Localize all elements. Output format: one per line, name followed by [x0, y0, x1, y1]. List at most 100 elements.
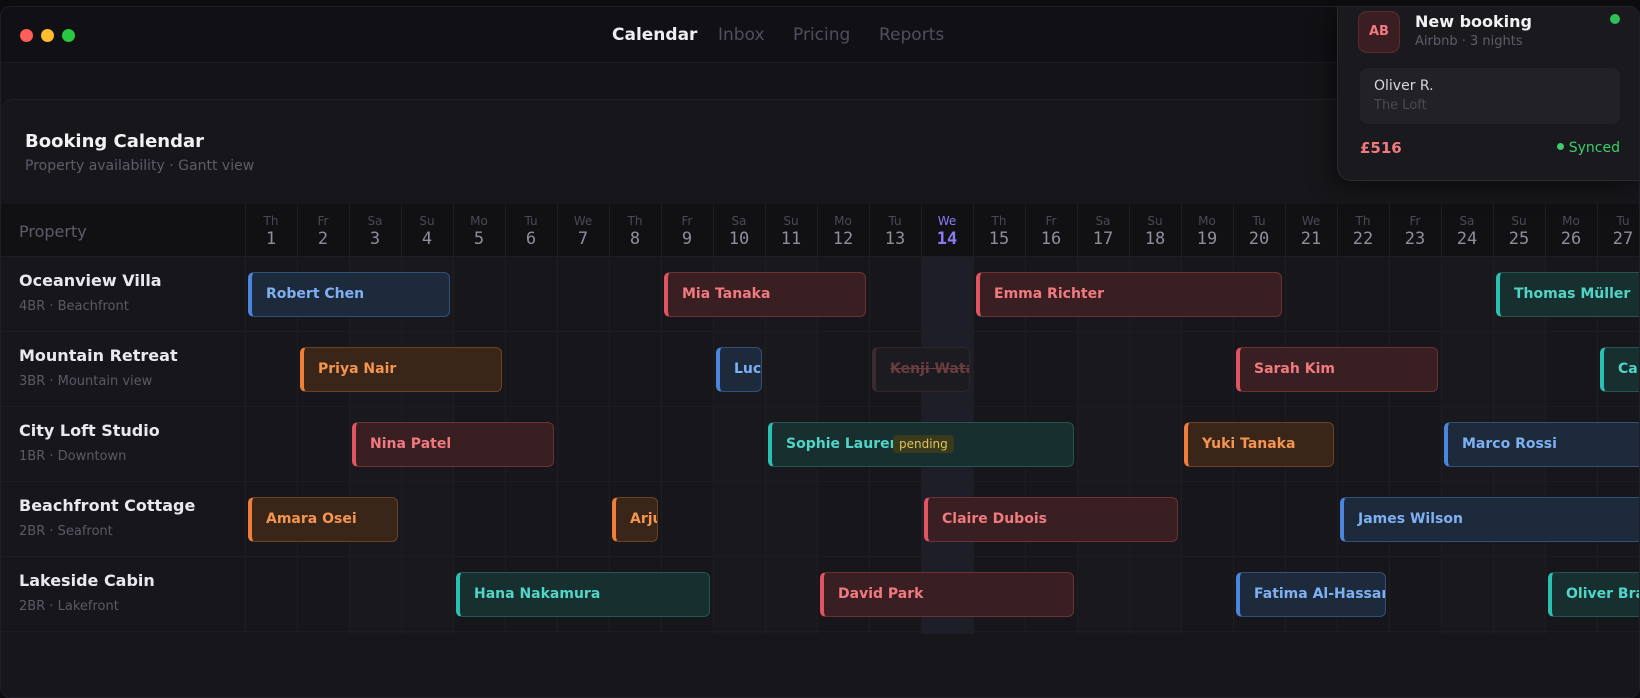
property-name[interactable]: Lakeside Cabin	[19, 571, 155, 590]
new-booking-notification[interactable]: AB New booking Airbnb · 3 nights Oliver …	[1337, 7, 1639, 181]
booking-guest-name: Fatima Al-Hassan	[1254, 586, 1386, 602]
day-header-16[interactable]: Fr 16	[1025, 204, 1077, 257]
booking-bar[interactable]: Ca	[1600, 347, 1639, 392]
day-header-24[interactable]: Sa 24	[1441, 204, 1493, 257]
day-header-3[interactable]: Sa 3	[349, 204, 401, 257]
booking-bar[interactable]: Hana Nakamura	[456, 572, 710, 617]
day-header-26[interactable]: Mo 26	[1545, 204, 1597, 257]
day-number: 26	[1560, 229, 1582, 249]
booking-bar[interactable]: Fatima Al-Hassan	[1236, 572, 1386, 617]
day-name: We	[1301, 214, 1321, 228]
notification-guest-card[interactable]: Oliver R. The Loft	[1360, 68, 1620, 124]
booking-bar[interactable]: Claire Dubois	[924, 497, 1178, 542]
notification-property-name: The Loft	[1374, 98, 1427, 113]
day-header-23[interactable]: Fr 23	[1389, 204, 1441, 257]
day-number: 14	[936, 229, 958, 249]
booking-guest-name: Yuki Tanaka	[1202, 436, 1296, 452]
booking-calendar-panel: Booking Calendar Property availability ·…	[1, 99, 1639, 697]
booking-bar[interactable]: David Park	[820, 572, 1074, 617]
day-header-13[interactable]: Tu 13	[869, 204, 921, 257]
day-number: 27	[1612, 229, 1634, 249]
booking-bar[interactable]: Lucas Ferr	[716, 347, 762, 392]
booking-guest-name: James Wilson	[1358, 511, 1463, 527]
property-column-header: Property	[19, 222, 87, 241]
property-row: Oceanview Villa 4BR · Beachfront Robert Ch…	[1, 257, 1639, 332]
booking-bar[interactable]: Sarah Kim	[1236, 347, 1438, 392]
day-header-14[interactable]: We 14	[921, 204, 973, 257]
booking-bar[interactable]: Robert Chen	[248, 272, 450, 317]
day-name: Th	[263, 214, 279, 228]
day-header-7[interactable]: We 7	[557, 204, 609, 257]
day-header-11[interactable]: Su 11	[765, 204, 817, 257]
day-name: Fr	[681, 214, 693, 228]
day-header-4[interactable]: Su 4	[401, 204, 453, 257]
page-title: Booking Calendar	[25, 131, 205, 152]
day-header-9[interactable]: Fr 9	[661, 204, 713, 257]
sync-status: Synced	[1556, 140, 1620, 156]
property-meta: 2BR · Lakefront	[19, 599, 119, 614]
day-number: 11	[780, 229, 802, 249]
day-header-15[interactable]: Th 15	[973, 204, 1025, 257]
property-row: City Loft Studio 1BR · Downtown Nina Patel…	[1, 407, 1639, 482]
day-name: Th	[627, 214, 643, 228]
maximize-window-button[interactable]	[62, 29, 75, 42]
day-name: Tu	[1616, 214, 1630, 228]
day-header-25[interactable]: Su 25	[1493, 204, 1545, 257]
nav-tab-inbox[interactable]: Inbox	[718, 25, 765, 45]
page-subtitle: Property availability · Gantt view	[25, 158, 255, 174]
minimize-window-button[interactable]	[41, 29, 54, 42]
booking-bar[interactable]: Amara Osei	[248, 497, 398, 542]
day-header-2[interactable]: Fr 2	[297, 204, 349, 257]
property-name[interactable]: Beachfront Cottage	[19, 496, 195, 515]
booking-bar[interactable]: Marco Rossi	[1444, 422, 1639, 467]
booking-bar[interactable]: Nina Patel	[352, 422, 554, 467]
day-header-5[interactable]: Mo 5	[453, 204, 505, 257]
day-header-21[interactable]: We 21	[1285, 204, 1337, 257]
property-name[interactable]: Oceanview Villa	[19, 271, 162, 290]
booking-guest-name: Ca	[1618, 361, 1638, 377]
nav-tab-calendar[interactable]: Calendar	[612, 25, 697, 45]
booking-bar[interactable]: Thomas Müller	[1496, 272, 1639, 317]
property-name[interactable]: Mountain Retreat	[19, 346, 178, 365]
booking-guest-name: Marco Rossi	[1462, 436, 1557, 452]
notification-title: New booking	[1415, 12, 1532, 31]
day-name: Su	[1147, 214, 1163, 228]
day-header-17[interactable]: Sa 17	[1077, 204, 1129, 257]
day-number: 3	[369, 229, 381, 249]
property-row: Beachfront Cottage 2BR · Seafront Amara Os…	[1, 482, 1639, 557]
day-number: 6	[525, 229, 537, 249]
day-header-8[interactable]: Th 8	[609, 204, 661, 257]
day-header-27[interactable]: Tu 27	[1597, 204, 1639, 257]
booking-bar[interactable]: Priya Nair	[300, 347, 502, 392]
day-header-19[interactable]: Mo 19	[1181, 204, 1233, 257]
day-header-20[interactable]: Tu 20	[1233, 204, 1285, 257]
property-name[interactable]: City Loft Studio	[19, 421, 160, 440]
day-name: Fr	[1409, 214, 1421, 228]
day-header-12[interactable]: Mo 12	[817, 204, 869, 257]
day-name: Mo	[1562, 214, 1580, 228]
day-header-6[interactable]: Tu 6	[505, 204, 557, 257]
booking-bar[interactable]: Kenji Watanabe	[872, 347, 970, 392]
booking-bar[interactable]: Mia Tanaka	[664, 272, 866, 317]
booking-bar[interactable]: Emma Richter	[976, 272, 1282, 317]
app-window: Calendar Inbox Pricing Reports Booking C…	[0, 6, 1640, 698]
booking-bar[interactable]: Oliver Bra	[1548, 572, 1639, 617]
day-number: 1	[265, 229, 277, 249]
day-header-1[interactable]: Th 1	[245, 204, 297, 257]
notification-price: £516	[1360, 139, 1402, 157]
nav-tab-pricing[interactable]: Pricing	[793, 25, 850, 45]
booking-bar[interactable]: Arjun Shar	[612, 497, 658, 542]
booking-bar[interactable]: James Wilson	[1340, 497, 1639, 542]
day-name: We	[573, 214, 593, 228]
day-header-10[interactable]: Sa 10	[713, 204, 765, 257]
day-header-18[interactable]: Su 18	[1129, 204, 1181, 257]
day-name: Fr	[1045, 214, 1057, 228]
booking-bar[interactable]: Sophie Laurent pending	[768, 422, 1074, 467]
day-header-22[interactable]: Th 22	[1337, 204, 1389, 257]
nav-tab-reports[interactable]: Reports	[879, 25, 944, 45]
day-name: Tu	[524, 214, 538, 228]
day-number: 2	[317, 229, 329, 249]
booking-bar[interactable]: Yuki Tanaka	[1184, 422, 1334, 467]
notification-subtitle: Airbnb · 3 nights	[1415, 34, 1523, 49]
close-window-button[interactable]	[20, 29, 33, 42]
